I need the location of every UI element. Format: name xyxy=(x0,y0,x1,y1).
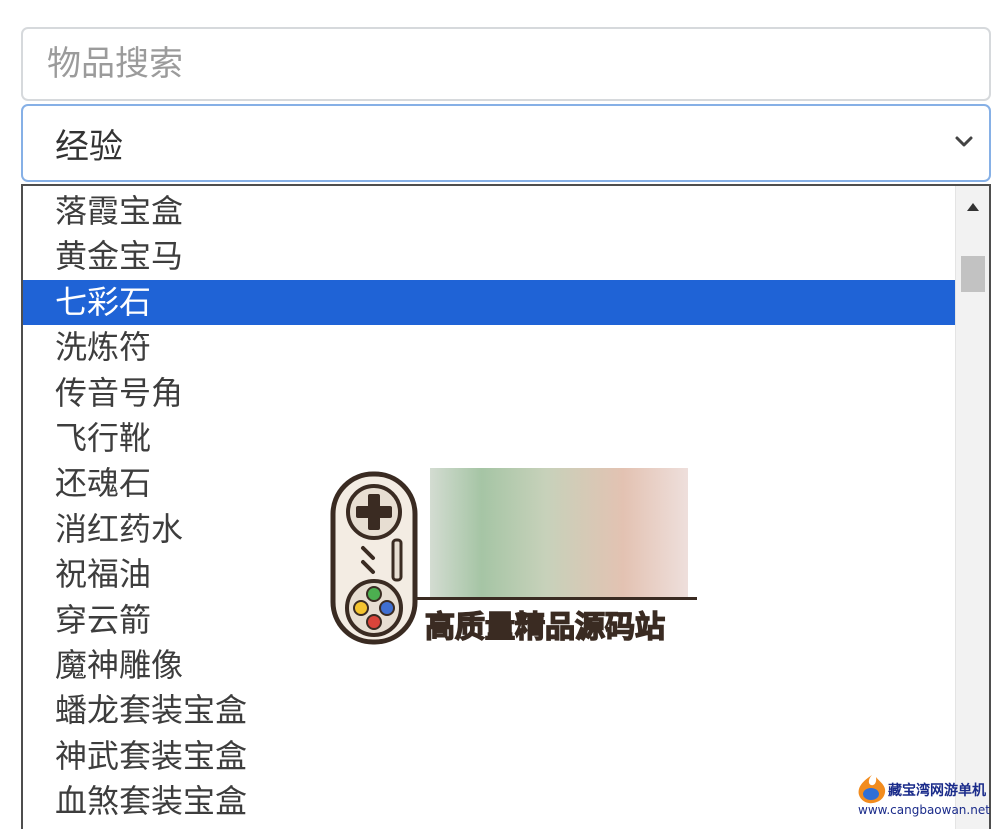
chevron-down-icon xyxy=(955,136,973,147)
dropdown-option[interactable]: 飞行靴 xyxy=(23,416,957,461)
dropdown-option[interactable]: 血煞套装宝盒 xyxy=(23,779,957,824)
category-select[interactable]: 经验 xyxy=(21,104,991,182)
watermark: 高质量精品源码站 xyxy=(325,464,705,654)
corner-logo-name: 藏宝湾网游单机 xyxy=(888,783,986,799)
dropdown-option[interactable]: 落霞宝盒 xyxy=(23,189,957,234)
dropdown-option[interactable]: 蟠龙套装宝盒 xyxy=(23,688,957,733)
scrollbar[interactable] xyxy=(955,186,989,829)
watermark-underline xyxy=(417,597,697,600)
gamepad-icon xyxy=(330,471,418,645)
flame-logo-icon xyxy=(858,775,886,804)
dropdown-option[interactable]: 洗炼符 xyxy=(23,325,957,370)
dropdown-option[interactable]: 七彩石 xyxy=(23,279,957,326)
corner-logo: 藏宝湾网游单机 www.cangbaowan.net xyxy=(855,773,1000,825)
scroll-up-arrow-icon[interactable] xyxy=(956,192,989,222)
dropdown-option[interactable]: 黄金宝马 xyxy=(23,234,957,279)
dropdown-option[interactable]: 传音号角 xyxy=(23,371,957,416)
watermark-text: 高质量精品源码站 xyxy=(424,609,666,646)
corner-logo-url: www.cangbaowan.net xyxy=(858,803,990,817)
search-input[interactable] xyxy=(21,27,991,101)
scroll-thumb[interactable] xyxy=(961,256,985,292)
watermark-blurred-image xyxy=(430,468,688,598)
category-select-value: 经验 xyxy=(55,126,123,167)
dropdown-option[interactable]: 神武套装宝盒 xyxy=(23,734,957,779)
page: 经验 落霞宝盒黄金宝马七彩石洗炼符传音号角飞行靴还魂石消红药水祝福油穿云箭魔神雕… xyxy=(0,0,1000,829)
